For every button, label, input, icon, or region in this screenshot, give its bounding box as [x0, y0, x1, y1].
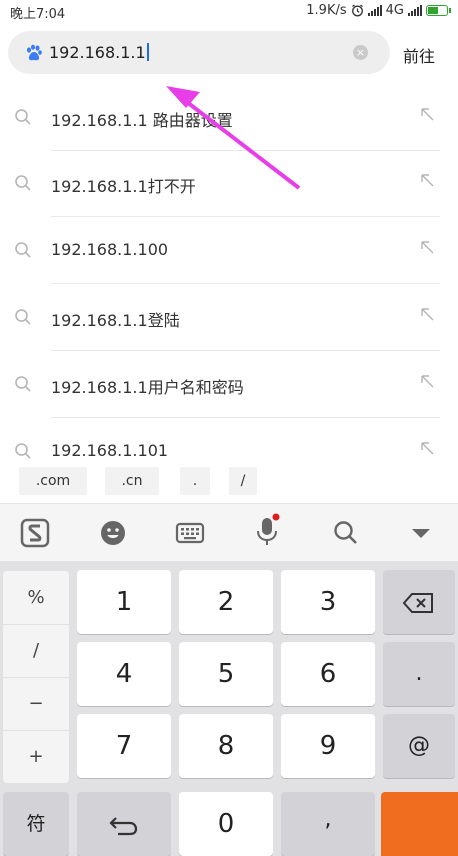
symbol-key[interactable]: +: [3, 730, 69, 783]
divider: [51, 216, 440, 217]
search-icon: [15, 309, 31, 325]
search-icon[interactable]: [331, 518, 361, 548]
digit-key[interactable]: 3: [281, 570, 375, 634]
digit-key[interactable]: 5: [179, 642, 273, 706]
undo-icon: [109, 816, 138, 835]
search-icon: [15, 175, 31, 191]
search-icon: [15, 109, 31, 125]
fill-arrow-icon[interactable]: [419, 239, 435, 255]
suggestion-item[interactable]: 192.168.1.100: [0, 218, 458, 284]
shortcut-dotcn[interactable]: .cn: [105, 467, 159, 495]
search-query: 192.168.1.1: [49, 43, 146, 62]
shortcut-dot[interactable]: .: [180, 467, 210, 495]
alarm-icon: [351, 4, 363, 17]
suggestion-item[interactable]: 192.168.1.101: [0, 419, 458, 461]
collapse-icon[interactable]: [406, 518, 436, 548]
keyboard-icon[interactable]: [175, 518, 205, 548]
backspace-key[interactable]: [383, 570, 455, 634]
suggestion-text: 192.168.1.101: [51, 441, 169, 460]
text-cursor: [146, 43, 149, 61]
divider: [51, 283, 440, 284]
symbol-column: % / − +: [3, 571, 69, 783]
enter-key[interactable]: [381, 792, 458, 856]
status-bar: 晚上7:04 1.9K/s 4G: [0, 0, 458, 24]
digit-key[interactable]: 4: [77, 642, 171, 706]
suggestion-text: 192.168.1.1 路由器设置: [51, 111, 233, 130]
divider: [51, 350, 440, 351]
undo-key[interactable]: [77, 792, 171, 856]
shortcut-slash[interactable]: /: [229, 467, 257, 495]
comma-key[interactable]: ,: [281, 792, 375, 856]
keyboard-toolbar: [0, 503, 458, 562]
symbols-key[interactable]: 符: [3, 792, 69, 856]
fill-arrow-icon[interactable]: [419, 106, 435, 122]
suggestion-item[interactable]: 192.168.1.1 路由器设置: [0, 85, 458, 151]
emoji-icon[interactable]: [98, 518, 128, 548]
suggestion-item[interactable]: 192.168.1.1用户名和密码: [0, 352, 458, 418]
fill-arrow-icon[interactable]: [419, 306, 435, 322]
symbol-key[interactable]: %: [3, 571, 69, 625]
search-icon: [15, 443, 31, 459]
symbol-key[interactable]: /: [3, 624, 69, 678]
baidu-paw-icon: [27, 44, 42, 61]
fill-arrow-icon[interactable]: [419, 373, 435, 389]
signal-icon: [408, 5, 422, 16]
backspace-icon: [402, 592, 433, 613]
search-icon: [15, 376, 31, 392]
go-button[interactable]: 前往: [403, 43, 435, 67]
fill-arrow-icon[interactable]: [419, 440, 435, 456]
symbol-key[interactable]: −: [3, 677, 69, 731]
sogou-logo-icon[interactable]: [20, 518, 50, 548]
shortcut-bar: .com .cn . /: [0, 461, 458, 503]
clear-icon[interactable]: ×: [353, 45, 368, 60]
digit-key[interactable]: 9: [281, 714, 375, 778]
battery-level: [428, 7, 439, 14]
microphone-icon[interactable]: [252, 512, 282, 548]
signal-icon: [367, 5, 382, 16]
shortcut-dotcom[interactable]: .com: [19, 467, 87, 495]
search-input[interactable]: 192.168.1.1: [49, 43, 149, 62]
numeric-keyboard: % / − + 1 2 3 4 5 6 7 8 9 . @ 符 0 ,: [0, 561, 458, 856]
network-speed: 1.9K/s: [306, 3, 347, 18]
digit-key[interactable]: 8: [179, 714, 273, 778]
digit-key[interactable]: 2: [179, 570, 273, 634]
search-icon: [15, 242, 31, 258]
digit-key[interactable]: 0: [179, 792, 273, 856]
at-key[interactable]: @: [383, 714, 455, 778]
suggestion-text: 192.168.1.1登陆: [51, 311, 180, 330]
address-search-bar[interactable]: 192.168.1.1 ×: [8, 31, 390, 74]
network-type: 4G: [385, 3, 404, 18]
suggestion-item[interactable]: 192.168.1.1打不开: [0, 151, 458, 217]
dot-key[interactable]: .: [383, 642, 455, 706]
digit-key[interactable]: 1: [77, 570, 171, 634]
fill-arrow-icon[interactable]: [419, 172, 435, 188]
suggestion-text: 192.168.1.100: [51, 240, 169, 259]
suggestion-text: 192.168.1.1用户名和密码: [51, 378, 244, 397]
suggestion-text: 192.168.1.1打不开: [51, 177, 196, 196]
digit-key[interactable]: 7: [77, 714, 171, 778]
battery-charging-icon: [426, 5, 451, 16]
status-time: 晚上7:04: [10, 7, 66, 22]
status-icons: 1.9K/s 4G: [306, 3, 451, 18]
digit-key[interactable]: 6: [281, 642, 375, 706]
suggestion-item[interactable]: 192.168.1.1登陆: [0, 285, 458, 351]
divider: [51, 417, 440, 418]
